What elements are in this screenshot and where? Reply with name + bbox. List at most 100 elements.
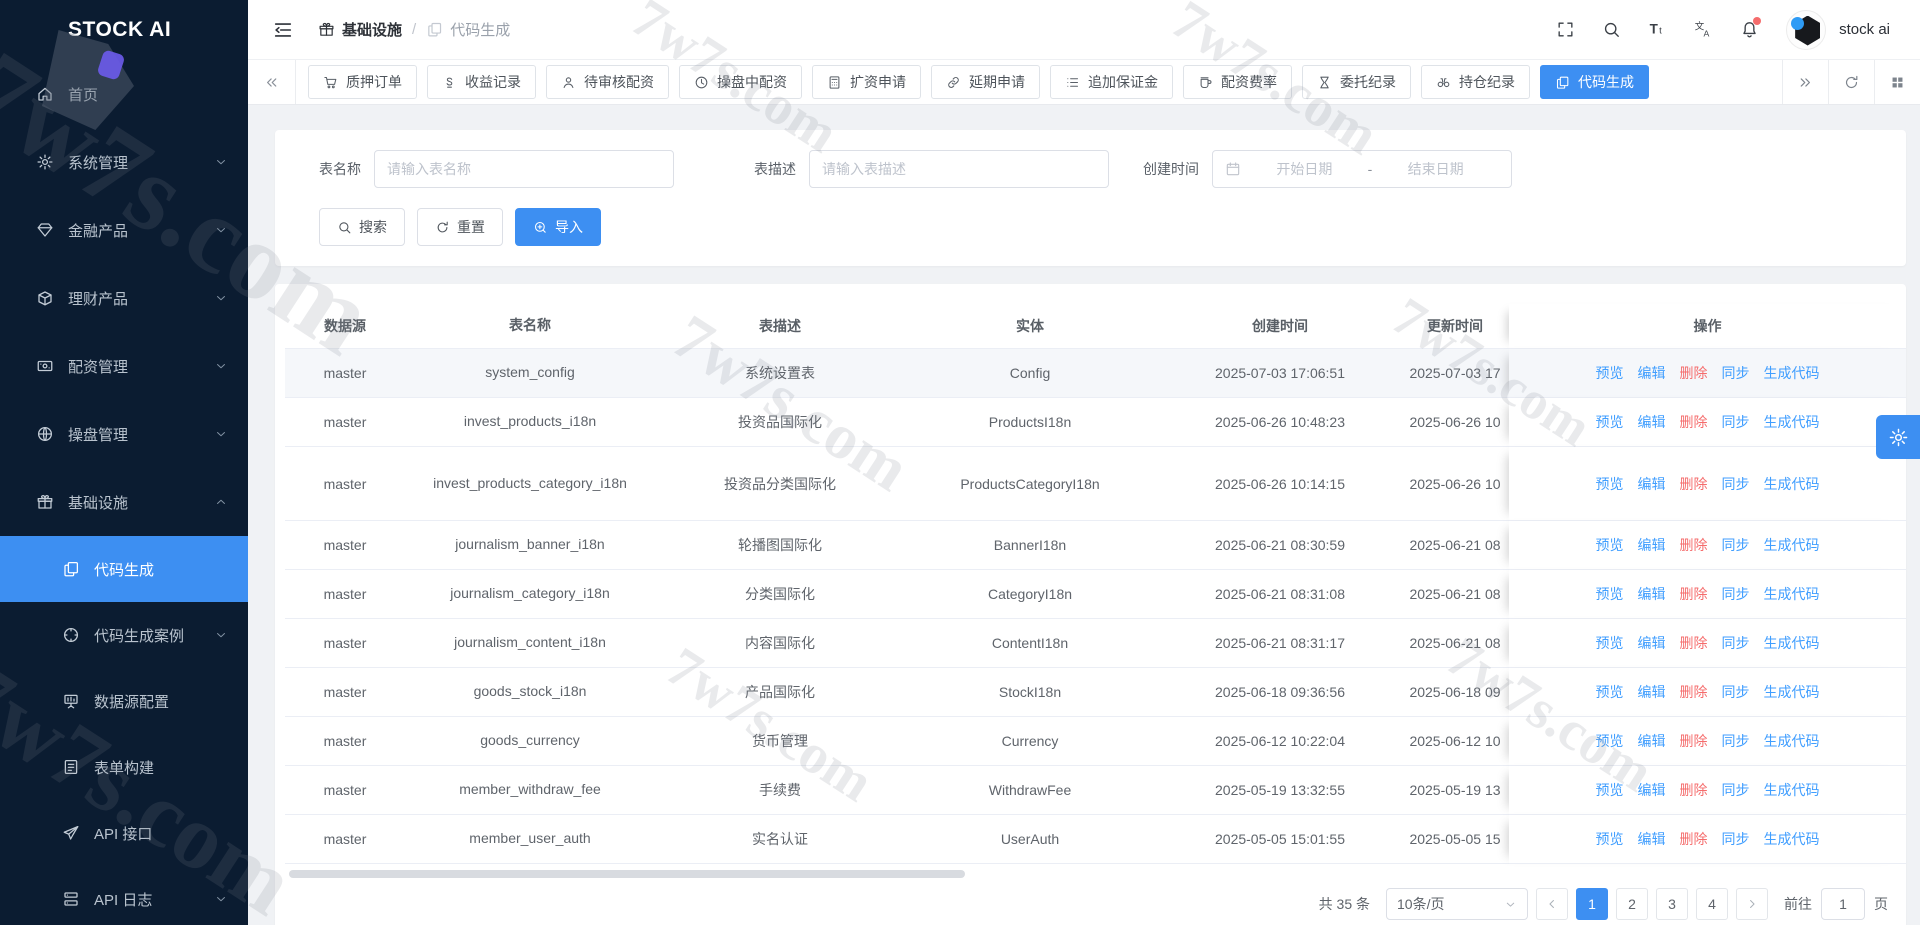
edit-link[interactable]: 编辑 (1638, 474, 1666, 494)
delete-link[interactable]: 删除 (1680, 633, 1708, 653)
sidebar-item-gem[interactable]: 金融产品 (0, 196, 248, 264)
delete-link[interactable]: 删除 (1680, 474, 1708, 494)
edit-link[interactable]: 编辑 (1638, 363, 1666, 383)
preview-link[interactable]: 预览 (1596, 829, 1624, 849)
sync-link[interactable]: 同步 (1722, 363, 1750, 383)
preview-link[interactable]: 预览 (1596, 584, 1624, 604)
tab-calc[interactable]: 扩资申请 (812, 65, 921, 99)
translate-icon[interactable]: 文A (1694, 20, 1713, 39)
delete-link[interactable]: 删除 (1680, 363, 1708, 383)
settings-fab[interactable] (1876, 415, 1920, 459)
tab-binoc[interactable]: 持仓纪录 (1421, 65, 1530, 99)
tab-link[interactable]: 延期申请 (931, 65, 1040, 99)
delete-link[interactable]: 删除 (1680, 682, 1708, 702)
sidebar-item-server[interactable]: API 日志 (0, 866, 248, 925)
sync-link[interactable]: 同步 (1722, 829, 1750, 849)
delete-link[interactable]: 删除 (1680, 412, 1708, 432)
delete-link[interactable]: 删除 (1680, 780, 1708, 800)
edit-link[interactable]: 编辑 (1638, 731, 1666, 751)
preview-link[interactable]: 预览 (1596, 731, 1624, 751)
edit-link[interactable]: 编辑 (1638, 584, 1666, 604)
fullscreen-icon[interactable] (1556, 20, 1575, 39)
sync-link[interactable]: 同步 (1722, 633, 1750, 653)
edit-link[interactable]: 编辑 (1638, 633, 1666, 653)
preview-link[interactable]: 预览 (1596, 363, 1624, 383)
sync-link[interactable]: 同步 (1722, 474, 1750, 494)
sidebar-item-board[interactable]: 数据源配置 (0, 668, 248, 734)
collapse-sidebar-icon[interactable] (272, 19, 294, 41)
page-size-select[interactable]: 10条/页 (1386, 888, 1528, 920)
date-range-picker[interactable]: 开始日期 - 结束日期 (1212, 150, 1512, 188)
sidebar-item-globe[interactable]: 操盘管理 (0, 400, 248, 468)
preview-link[interactable]: 预览 (1596, 474, 1624, 494)
edit-link[interactable]: 编辑 (1638, 412, 1666, 432)
generate-code-link[interactable]: 生成代码 (1764, 412, 1820, 432)
edit-link[interactable]: 编辑 (1638, 780, 1666, 800)
delete-link[interactable]: 删除 (1680, 584, 1708, 604)
avatar[interactable] (1786, 10, 1826, 50)
generate-code-link[interactable]: 生成代码 (1764, 633, 1820, 653)
page-4-button[interactable]: 4 (1696, 888, 1728, 920)
search-button[interactable]: 搜索 (319, 208, 405, 246)
generate-code-link[interactable]: 生成代码 (1764, 780, 1820, 800)
delete-link[interactable]: 删除 (1680, 731, 1708, 751)
sync-link[interactable]: 同步 (1722, 682, 1750, 702)
generate-code-link[interactable]: 生成代码 (1764, 535, 1820, 555)
tab-dollar[interactable]: 收益记录 (427, 65, 536, 99)
edit-link[interactable]: 编辑 (1638, 829, 1666, 849)
sync-link[interactable]: 同步 (1722, 535, 1750, 555)
font-size-icon[interactable]: Tt (1648, 20, 1667, 39)
sidebar-item-compass[interactable]: 代码生成案例 (0, 602, 248, 668)
delete-link[interactable]: 删除 (1680, 535, 1708, 555)
breadcrumb-item-infrastructure[interactable]: 基础设施 (318, 19, 402, 40)
prev-page-button[interactable] (1536, 888, 1568, 920)
preview-link[interactable]: 预览 (1596, 412, 1624, 432)
sidebar-item-doc[interactable]: 代码生成 (0, 536, 248, 602)
page-2-button[interactable]: 2 (1616, 888, 1648, 920)
page-3-button[interactable]: 3 (1656, 888, 1688, 920)
sidebar-item-box[interactable]: 理财产品 (0, 264, 248, 332)
scroll-tabs-left-button[interactable] (248, 60, 296, 104)
tab-cup[interactable]: 配资费率 (1183, 65, 1292, 99)
generate-code-link[interactable]: 生成代码 (1764, 363, 1820, 383)
sync-link[interactable]: 同步 (1722, 780, 1750, 800)
tab-doc[interactable]: 代码生成 (1540, 65, 1649, 99)
generate-code-link[interactable]: 生成代码 (1764, 731, 1820, 751)
preview-link[interactable]: 预览 (1596, 535, 1624, 555)
tab-hourglass[interactable]: 委托纪录 (1302, 65, 1411, 99)
breadcrumb-item-code-gen[interactable]: 代码生成 (426, 19, 510, 40)
reset-button[interactable]: 重置 (417, 208, 503, 246)
preview-link[interactable]: 预览 (1596, 780, 1624, 800)
sync-link[interactable]: 同步 (1722, 584, 1750, 604)
goto-page-input[interactable] (1821, 888, 1865, 920)
search-icon[interactable] (1602, 20, 1621, 39)
generate-code-link[interactable]: 生成代码 (1764, 682, 1820, 702)
sidebar-item-form[interactable]: 表单构建 (0, 734, 248, 800)
generate-code-link[interactable]: 生成代码 (1764, 474, 1820, 494)
page-1-button[interactable]: 1 (1576, 888, 1608, 920)
sync-link[interactable]: 同步 (1722, 412, 1750, 432)
username[interactable]: stock ai (1839, 21, 1890, 38)
sidebar-item-home[interactable]: 首页 (0, 60, 248, 128)
edit-link[interactable]: 编辑 (1638, 535, 1666, 555)
sidebar-item-gear[interactable]: 系统管理 (0, 128, 248, 196)
edit-link[interactable]: 编辑 (1638, 682, 1666, 702)
generate-code-link[interactable]: 生成代码 (1764, 829, 1820, 849)
sidebar-item-gift[interactable]: 基础设施 (0, 468, 248, 536)
app-logo[interactable]: STOCK AI (0, 0, 248, 60)
table-name-input[interactable] (374, 150, 674, 188)
next-page-button[interactable] (1736, 888, 1768, 920)
preview-link[interactable]: 预览 (1596, 633, 1624, 653)
import-button[interactable]: 导入 (515, 208, 601, 246)
sidebar-item-money[interactable]: 配资管理 (0, 332, 248, 400)
preview-link[interactable]: 预览 (1596, 682, 1624, 702)
notifications-button[interactable] (1740, 20, 1759, 39)
tab-list[interactable]: 追加保证金 (1050, 65, 1173, 99)
tab-options-button[interactable] (1874, 60, 1920, 104)
tab-user[interactable]: 待审核配资 (546, 65, 669, 99)
tab-clock[interactable]: 操盘中配资 (679, 65, 802, 99)
refresh-page-button[interactable] (1828, 60, 1874, 104)
generate-code-link[interactable]: 生成代码 (1764, 584, 1820, 604)
sidebar-item-plane[interactable]: API 接口 (0, 800, 248, 866)
delete-link[interactable]: 删除 (1680, 829, 1708, 849)
